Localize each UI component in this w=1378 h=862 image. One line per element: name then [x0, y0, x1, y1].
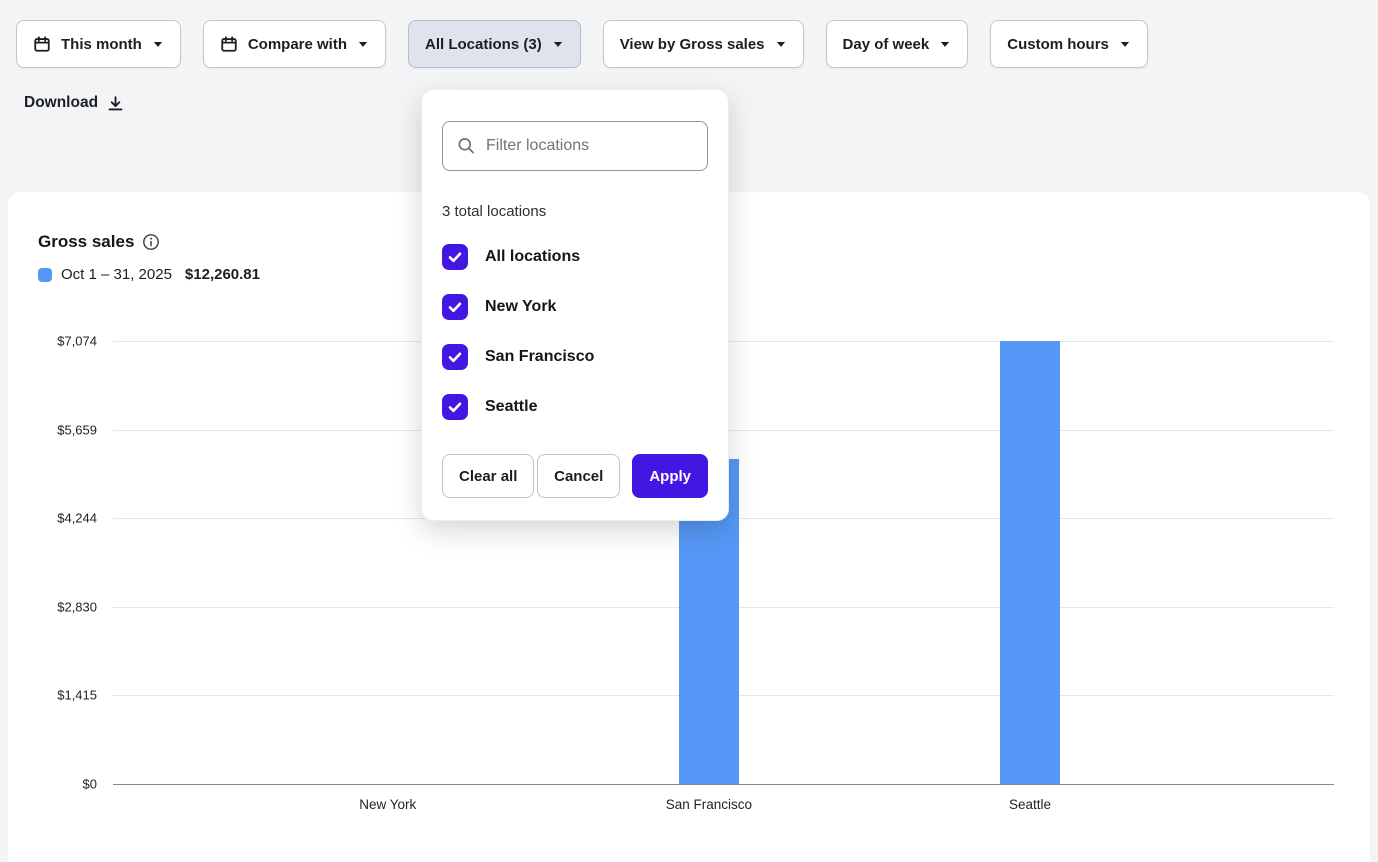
gridline [113, 784, 1334, 785]
chevron-down-icon [552, 38, 564, 50]
location-option-san-francisco[interactable]: San Francisco [442, 332, 708, 382]
download-label: Download [24, 94, 98, 112]
checkbox-seattle[interactable] [442, 394, 468, 420]
toolbar-button-this-month[interactable]: This month [16, 20, 181, 68]
location-option-label: Seattle [485, 398, 537, 416]
popover-actions: Clear all Cancel Apply [442, 454, 708, 498]
chart-title: Gross sales [38, 232, 134, 252]
check-icon [447, 299, 463, 315]
checkbox-all-locations[interactable] [442, 244, 468, 270]
cancel-button[interactable]: Cancel [537, 454, 620, 498]
check-icon [447, 349, 463, 365]
chevron-down-icon [939, 38, 951, 50]
location-option-seattle[interactable]: Seattle [442, 382, 708, 432]
locations-popover: 3 total locations All locations New York S… [421, 89, 729, 521]
toolbar-button-label: This month [61, 36, 142, 53]
filter-locations-input[interactable] [486, 137, 693, 155]
location-option-all-locations[interactable]: All locations [442, 232, 708, 282]
x-axis-label-san-francisco: San Francisco [666, 797, 752, 812]
clear-all-button[interactable]: Clear all [442, 454, 534, 498]
download-icon [107, 95, 124, 112]
filter-locations-search[interactable] [442, 121, 708, 171]
filters-toolbar: This month Compare with All Locations (3) V… [16, 20, 1362, 68]
checkbox-san-francisco[interactable] [442, 344, 468, 370]
chevron-down-icon [152, 38, 164, 50]
location-option-new-york[interactable]: New York [442, 282, 708, 332]
toolbar-button-label: Compare with [248, 36, 347, 53]
calendar-icon [220, 35, 238, 53]
bar-seattle[interactable] [1000, 341, 1060, 784]
y-axis-tick-label: $0 [27, 777, 97, 792]
check-icon [447, 249, 463, 265]
chevron-down-icon [775, 38, 787, 50]
calendar-icon [33, 35, 51, 53]
x-axis-label-seattle: Seattle [1009, 797, 1051, 812]
toolbar-button-compare-with[interactable]: Compare with [203, 20, 386, 68]
location-option-label: San Francisco [485, 348, 594, 366]
toolbar-button-custom-hours[interactable]: Custom hours [990, 20, 1148, 68]
y-axis-tick-label: $7,074 [27, 334, 97, 349]
toolbar-button-label: Day of week [843, 36, 930, 53]
toolbar-button-label: View by Gross sales [620, 36, 765, 53]
download-button[interactable]: Download [24, 94, 124, 112]
check-icon [447, 399, 463, 415]
chevron-down-icon [357, 38, 369, 50]
location-options: All locations New York San Francisco Seattl… [442, 232, 708, 432]
legend-total: $12,260.81 [185, 266, 260, 283]
location-option-label: New York [485, 298, 556, 316]
y-axis-tick-label: $5,659 [27, 422, 97, 437]
toolbar-button-view-by-gross-sales[interactable]: View by Gross sales [603, 20, 804, 68]
y-axis-tick-label: $4,244 [27, 511, 97, 526]
location-option-label: All locations [485, 248, 580, 266]
search-icon [457, 136, 476, 156]
locations-count: 3 total locations [442, 203, 708, 220]
x-axis-label-new-york: New York [359, 797, 416, 812]
toolbar-button-all-locations-3[interactable]: All Locations (3) [408, 20, 581, 68]
apply-button[interactable]: Apply [632, 454, 708, 498]
toolbar-button-label: Custom hours [1007, 36, 1109, 53]
y-axis-tick-label: $1,415 [27, 688, 97, 703]
legend-period: Oct 1 – 31, 2025 [61, 266, 172, 283]
info-icon[interactable] [142, 233, 160, 251]
toolbar-button-day-of-week[interactable]: Day of week [826, 20, 969, 68]
checkbox-new-york[interactable] [442, 294, 468, 320]
y-axis-tick-label: $2,830 [27, 599, 97, 614]
toolbar-button-label: All Locations (3) [425, 36, 542, 53]
chevron-down-icon [1119, 38, 1131, 50]
legend-swatch [38, 268, 52, 282]
